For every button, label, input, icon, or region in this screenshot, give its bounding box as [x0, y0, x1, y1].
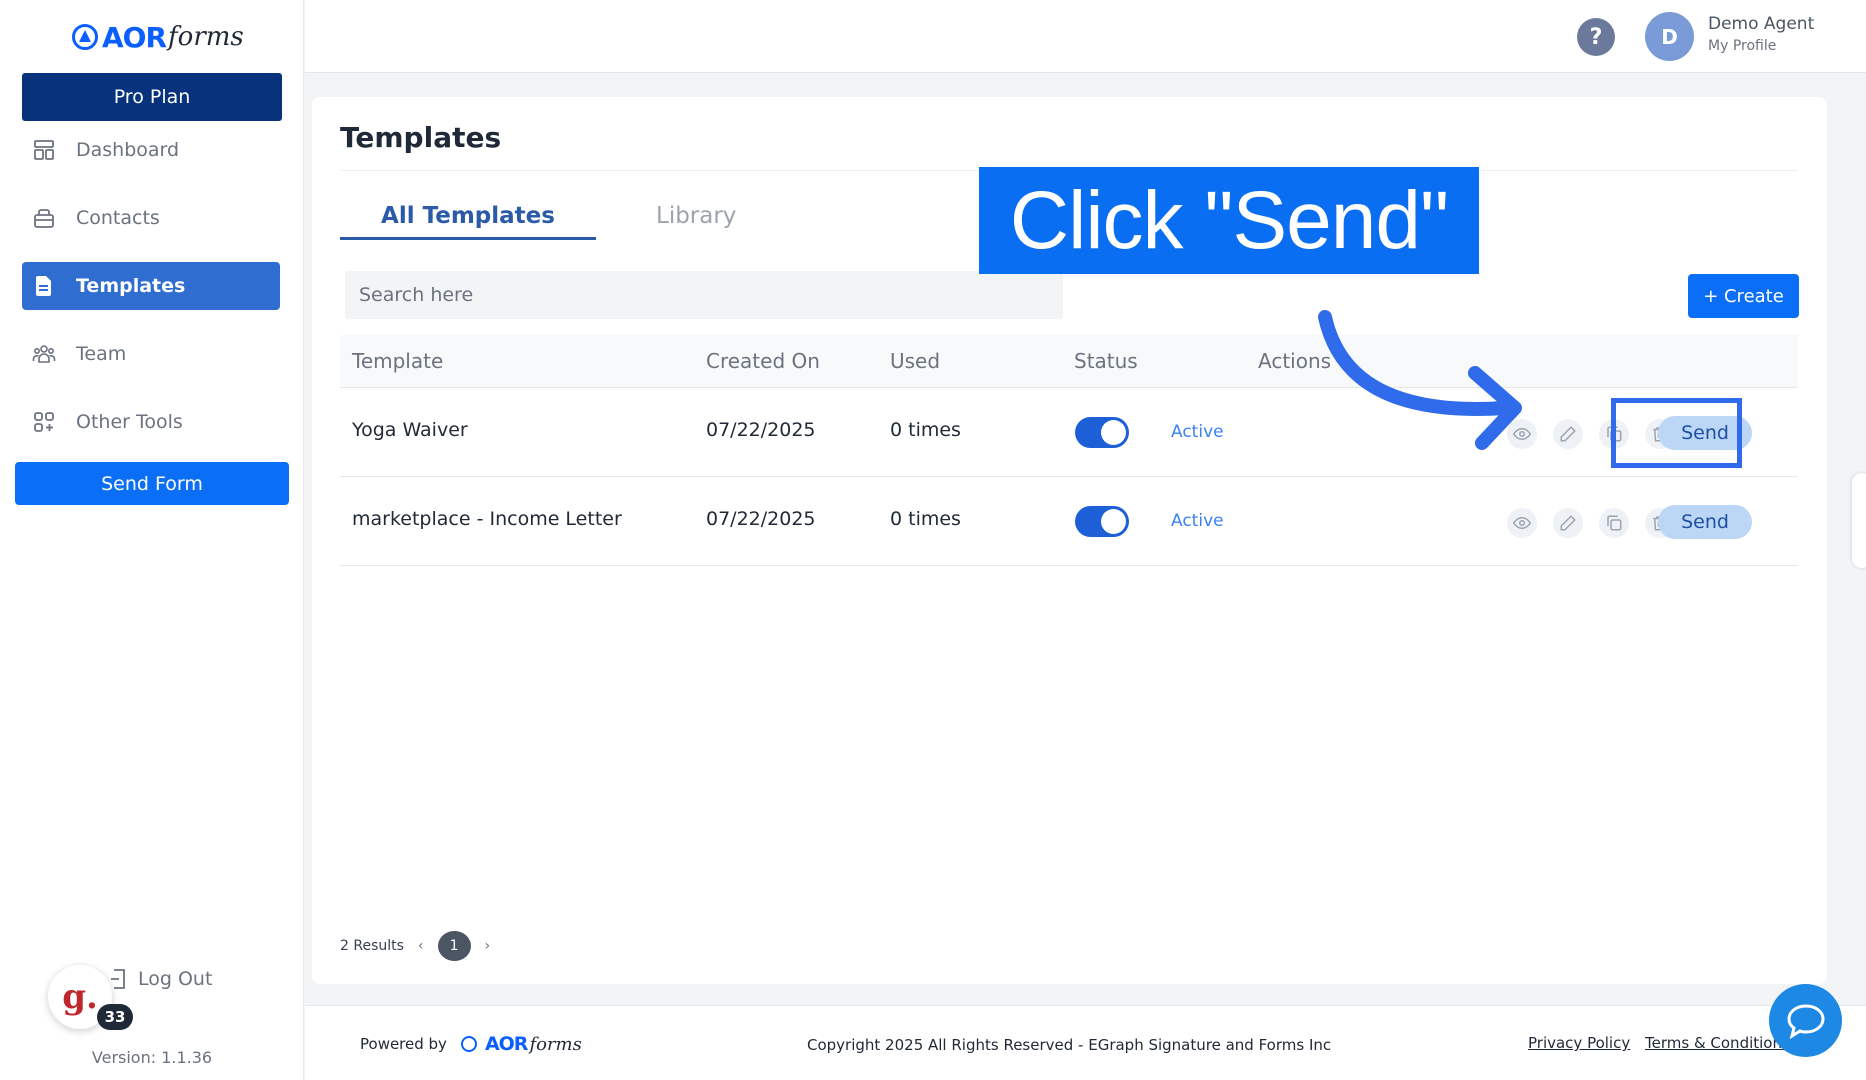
sidebar-item-templates[interactable]: Templates: [22, 262, 280, 310]
footer-logo-forms: forms: [529, 1033, 582, 1055]
sidebar-item-contacts[interactable]: Contacts: [22, 194, 280, 242]
sidebar-item-team[interactable]: Team: [22, 330, 280, 378]
template-name[interactable]: marketplace - Income Letter: [352, 508, 622, 530]
sidebar-item-label: Contacts: [76, 207, 160, 229]
other-tools-icon: [32, 410, 56, 434]
page-number-current[interactable]: 1: [437, 931, 471, 961]
terms-conditions-link[interactable]: Terms & Conditions: [1645, 1034, 1790, 1052]
created-on-date: 07/22/2025: [706, 508, 816, 530]
table-header: Template Created On Used Status Actions: [340, 335, 1798, 388]
status-label: Active: [1171, 422, 1224, 442]
powered-by: Powered by AOR forms: [360, 1033, 582, 1055]
footer-logo-mark-icon: [460, 1036, 477, 1052]
column-header-template[interactable]: Template: [352, 349, 443, 373]
avatar[interactable]: D: [1645, 12, 1694, 61]
table-row: Yoga Waiver 07/22/2025 0 times Active Se…: [340, 389, 1798, 477]
privacy-policy-link[interactable]: Privacy Policy: [1528, 1034, 1630, 1052]
edit-icon[interactable]: [1553, 419, 1583, 449]
powered-by-label: Powered by: [360, 1035, 447, 1053]
sidebar-item-label: Dashboard: [76, 139, 180, 161]
status-toggle[interactable]: [1075, 506, 1129, 537]
sidebar: AOR forms Pro Plan Dashboard Contacts Te…: [0, 0, 304, 1080]
top-bar: [305, 0, 1866, 73]
page-title: Templates: [340, 121, 502, 154]
help-button[interactable]: ?: [1577, 18, 1615, 56]
sidebar-item-label: Team: [76, 343, 127, 365]
tutorial-arrow-icon: [1318, 310, 1522, 450]
duplicate-icon[interactable]: [1599, 508, 1629, 538]
edit-icon[interactable]: [1553, 508, 1583, 538]
used-count: 0 times: [890, 419, 961, 441]
chat-bubble-icon: [1786, 1003, 1825, 1039]
template-name[interactable]: Yoga Waiver: [352, 419, 468, 441]
footer: Powered by AOR forms Copyright 2025 All …: [305, 1005, 1866, 1080]
view-icon[interactable]: [1507, 508, 1537, 538]
column-header-created-on[interactable]: Created On: [706, 349, 820, 373]
aor-forms-logo[interactable]: AOR forms: [72, 14, 244, 60]
pro-plan-button[interactable]: Pro Plan: [22, 73, 282, 121]
logout-button[interactable]: Log Out: [110, 968, 212, 990]
send-highlight-box: [1611, 398, 1742, 468]
contacts-icon: [32, 206, 56, 230]
sidebar-item-other-tools[interactable]: Other Tools: [22, 398, 280, 446]
templates-icon: [32, 274, 56, 298]
logout-label: Log Out: [138, 968, 213, 990]
table-row: marketplace - Income Letter 07/22/2025 0…: [340, 478, 1798, 566]
status-label: Active: [1171, 511, 1224, 531]
search-input[interactable]: [345, 271, 1063, 319]
logo-forms-text: forms: [168, 22, 244, 52]
version-text: Version: 1.1.36: [91, 1048, 213, 1067]
sidebar-item-label: Templates: [76, 275, 186, 297]
tab-library[interactable]: Library: [656, 203, 736, 229]
status-toggle[interactable]: [1075, 417, 1129, 448]
team-icon: [32, 342, 56, 366]
my-profile-link[interactable]: My Profile: [1708, 38, 1776, 54]
sidebar-item-dashboard[interactable]: Dashboard: [22, 126, 280, 174]
logo-aor-text: AOR: [102, 20, 167, 54]
chat-button[interactable]: [1769, 984, 1842, 1057]
send-form-button[interactable]: Send Form: [15, 462, 289, 505]
side-panel-handle[interactable]: [1852, 473, 1866, 568]
used-count: 0 times: [890, 508, 961, 530]
next-page-icon[interactable]: ›: [485, 938, 491, 954]
tutorial-callout: Click "Send": [979, 167, 1479, 274]
g-notification-count: 33: [97, 1004, 133, 1030]
logout-icon: [111, 969, 125, 989]
copyright-text: Copyright 2025 All Rights Reserved - EGr…: [807, 1036, 1332, 1054]
pagination: 2 Results ‹ 1 ›: [340, 931, 504, 961]
tab-all-templates[interactable]: All Templates: [340, 203, 596, 240]
dashboard-icon: [32, 138, 56, 162]
column-header-used[interactable]: Used: [890, 349, 940, 373]
footer-logo-aor: AOR: [484, 1033, 528, 1055]
send-button[interactable]: Send: [1658, 505, 1752, 539]
create-button[interactable]: + Create: [1688, 274, 1799, 318]
column-header-status[interactable]: Status: [1074, 349, 1138, 373]
created-on-date: 07/22/2025: [706, 419, 816, 441]
sidebar-item-label: Other Tools: [76, 411, 183, 433]
prev-page-icon[interactable]: ‹: [418, 938, 424, 954]
aor-logo-mark-icon: [72, 24, 98, 50]
profile-name[interactable]: Demo Agent: [1708, 14, 1814, 34]
results-count: 2 Results: [340, 938, 404, 954]
